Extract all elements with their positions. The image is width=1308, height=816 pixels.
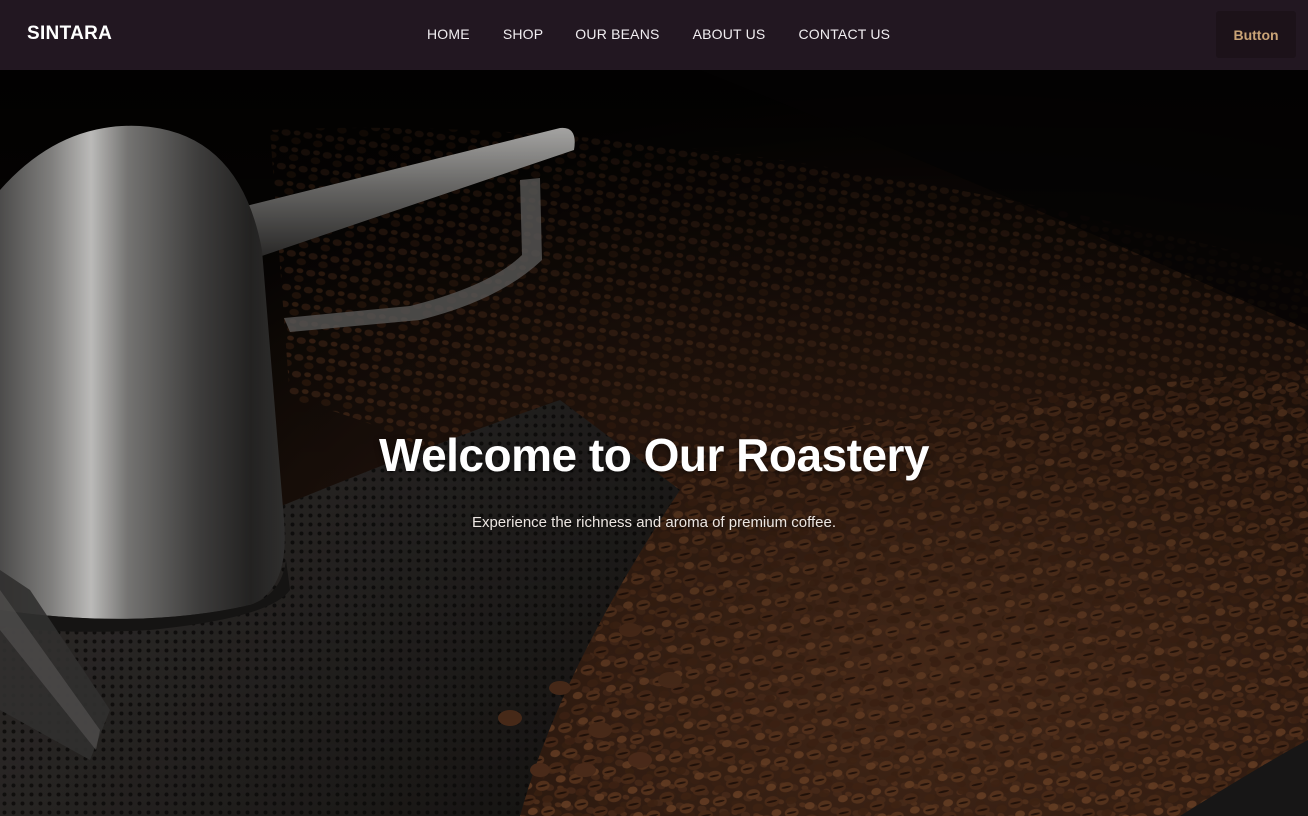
top-navbar: SINTARA HOME SHOP OUR BEANS ABOUT US CON… — [0, 0, 1308, 70]
brand-logo[interactable]: SINTARA — [27, 23, 112, 45]
page: SINTARA HOME SHOP OUR BEANS ABOUT US CON… — [0, 0, 1308, 816]
nav-cta-button[interactable]: Button — [1216, 11, 1296, 58]
hero-subtitle: Experience the richness and aroma of pre… — [471, 514, 837, 531]
nav-link-shop[interactable]: SHOP — [503, 26, 543, 42]
nav-link-contact-us[interactable]: CONTACT US — [798, 26, 890, 42]
nav-links: HOME SHOP OUR BEANS ABOUT US CONTACT US — [427, 26, 890, 42]
nav-link-about-us[interactable]: ABOUT US — [693, 26, 766, 42]
nav-link-our-beans[interactable]: OUR BEANS — [575, 26, 659, 42]
hero-section: Welcome to Our Roastery Experience the r… — [0, 70, 1308, 816]
hero-title: Welcome to Our Roastery — [378, 429, 930, 481]
nav-link-home[interactable]: HOME — [427, 26, 470, 42]
